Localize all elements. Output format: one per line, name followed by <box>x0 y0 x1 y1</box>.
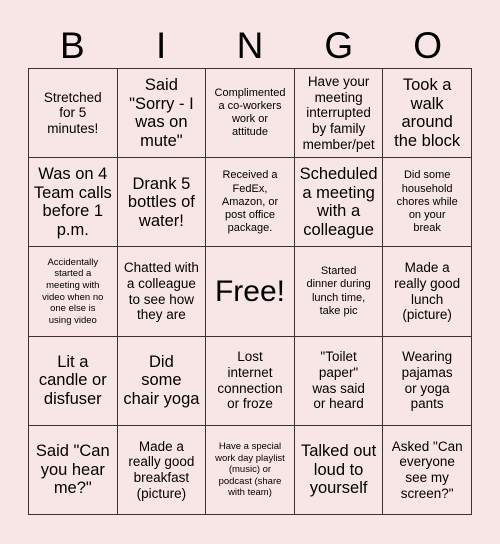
bingo-cell-text: Have a special work day playlist (music)… <box>215 440 285 499</box>
bingo-cell-text: Complimented a co-workers work or attitu… <box>214 86 286 139</box>
bingo-header: B I N G O <box>28 22 472 68</box>
bingo-cell-text: Asked "Can everyone see my screen?" <box>391 438 463 501</box>
bingo-cell[interactable]: Started dinner during lunch time, take p… <box>294 247 384 337</box>
bingo-cell-text: Did some household chores while on your … <box>396 169 458 235</box>
bingo-cell[interactable]: Talked out loud to yourself <box>294 425 384 516</box>
bingo-cell-text: Did some chair yoga <box>123 353 200 408</box>
bingo-cell-text: "Toilet paper" was said or heard <box>312 349 365 412</box>
bingo-cell[interactable]: "Toilet paper" was said or heard <box>294 336 384 426</box>
bingo-cell-text: Took a walk around the block <box>394 76 461 150</box>
bingo-cell-free[interactable]: Free! <box>206 247 295 337</box>
bingo-letter-g: G <box>324 24 354 66</box>
bingo-cell-text: Made a really good breakfast (picture) <box>128 438 195 501</box>
bingo-cell[interactable]: Complimented a co-workers work or attitu… <box>206 69 295 159</box>
bingo-cell[interactable]: Have a special work day playlist (music)… <box>206 425 295 516</box>
bingo-cell-text: Stretched for 5 minutes! <box>43 89 102 136</box>
bingo-row: Was on 4 Team calls before 1 p.m. Drank … <box>29 158 472 248</box>
bingo-cell[interactable]: Scheduled a meeting with a colleague <box>294 158 384 248</box>
bingo-cell[interactable]: Did some chair yoga <box>117 336 207 426</box>
bingo-letter-i: I <box>156 24 167 66</box>
bingo-letter-n: N <box>236 24 264 66</box>
bingo-cell-text: Said "Can you hear me?" <box>35 442 110 498</box>
bingo-row: Accidentally started a meeting with vide… <box>29 247 472 337</box>
bingo-cell-text: Wearing pajamas or yoga pants <box>401 349 453 412</box>
bingo-grid: Stretched for 5 minutes! Said "Sorry - I… <box>28 68 472 516</box>
bingo-cell-text: Accidentally started a meeting with vide… <box>42 256 104 326</box>
bingo-cell-text: Made a really good lunch (picture) <box>394 260 461 323</box>
bingo-cell-text: Drank 5 bottles of water! <box>127 174 195 230</box>
bingo-cell-text: Said "Sorry - I was on mute" <box>129 76 194 150</box>
bingo-cell[interactable]: Accidentally started a meeting with vide… <box>29 247 118 337</box>
bingo-letter-b: B <box>60 24 85 66</box>
bingo-free-space-text: Free! <box>214 274 285 308</box>
bingo-cell-text: Lit a candle or disfuser <box>38 353 107 408</box>
bingo-cell-text: Received a FedEx, Amazon, or post office… <box>221 169 279 235</box>
bingo-cell[interactable]: Received a FedEx, Amazon, or post office… <box>206 158 295 248</box>
bingo-cell-text: Talked out loud to yourself <box>300 442 377 498</box>
bingo-cell[interactable]: Made a really good lunch (picture) <box>383 247 472 337</box>
bingo-cell[interactable]: Asked "Can everyone see my screen?" <box>383 425 472 516</box>
bingo-cell[interactable]: Stretched for 5 minutes! <box>29 69 118 159</box>
bingo-cell-text: Have your meeting interrupted by family … <box>302 73 375 152</box>
bingo-cell-text: Started dinner during lunch time, take p… <box>306 265 371 317</box>
bingo-cell[interactable]: Chatted with a colleague to see how they… <box>117 247 207 337</box>
bingo-cell[interactable]: Was on 4 Team calls before 1 p.m. <box>29 158 118 248</box>
bingo-row: Said "Can you hear me?" Made a really go… <box>29 425 472 516</box>
bingo-cell[interactable]: Did some household chores while on your … <box>383 158 472 248</box>
bingo-cell-text: Lost internet connection or froze <box>217 349 283 412</box>
bingo-cell[interactable]: Have your meeting interrupted by family … <box>294 69 384 159</box>
bingo-card: B I N G O Stretched for 5 minutes! Said … <box>0 0 500 544</box>
bingo-cell[interactable]: Made a really good breakfast (picture) <box>117 425 207 516</box>
bingo-cell[interactable]: Wearing pajamas or yoga pants <box>383 336 472 426</box>
bingo-cell[interactable]: Took a walk around the block <box>383 69 472 159</box>
bingo-cell[interactable]: Said "Can you hear me?" <box>29 425 118 516</box>
bingo-cell[interactable]: Said "Sorry - I was on mute" <box>117 69 207 159</box>
bingo-cell[interactable]: Drank 5 bottles of water! <box>117 158 207 248</box>
bingo-letter-o: O <box>413 24 442 66</box>
bingo-cell[interactable]: Lost internet connection or froze <box>206 336 295 426</box>
bingo-cell[interactable]: Lit a candle or disfuser <box>29 336 118 426</box>
bingo-cell-text: Was on 4 Team calls before 1 p.m. <box>33 165 112 239</box>
bingo-cell-text: Chatted with a colleague to see how they… <box>123 260 199 323</box>
bingo-row: Lit a candle or disfuser Did some chair … <box>29 336 472 426</box>
bingo-row: Stretched for 5 minutes! Said "Sorry - I… <box>29 69 472 159</box>
bingo-cell-text: Scheduled a meeting with a colleague <box>299 165 378 239</box>
